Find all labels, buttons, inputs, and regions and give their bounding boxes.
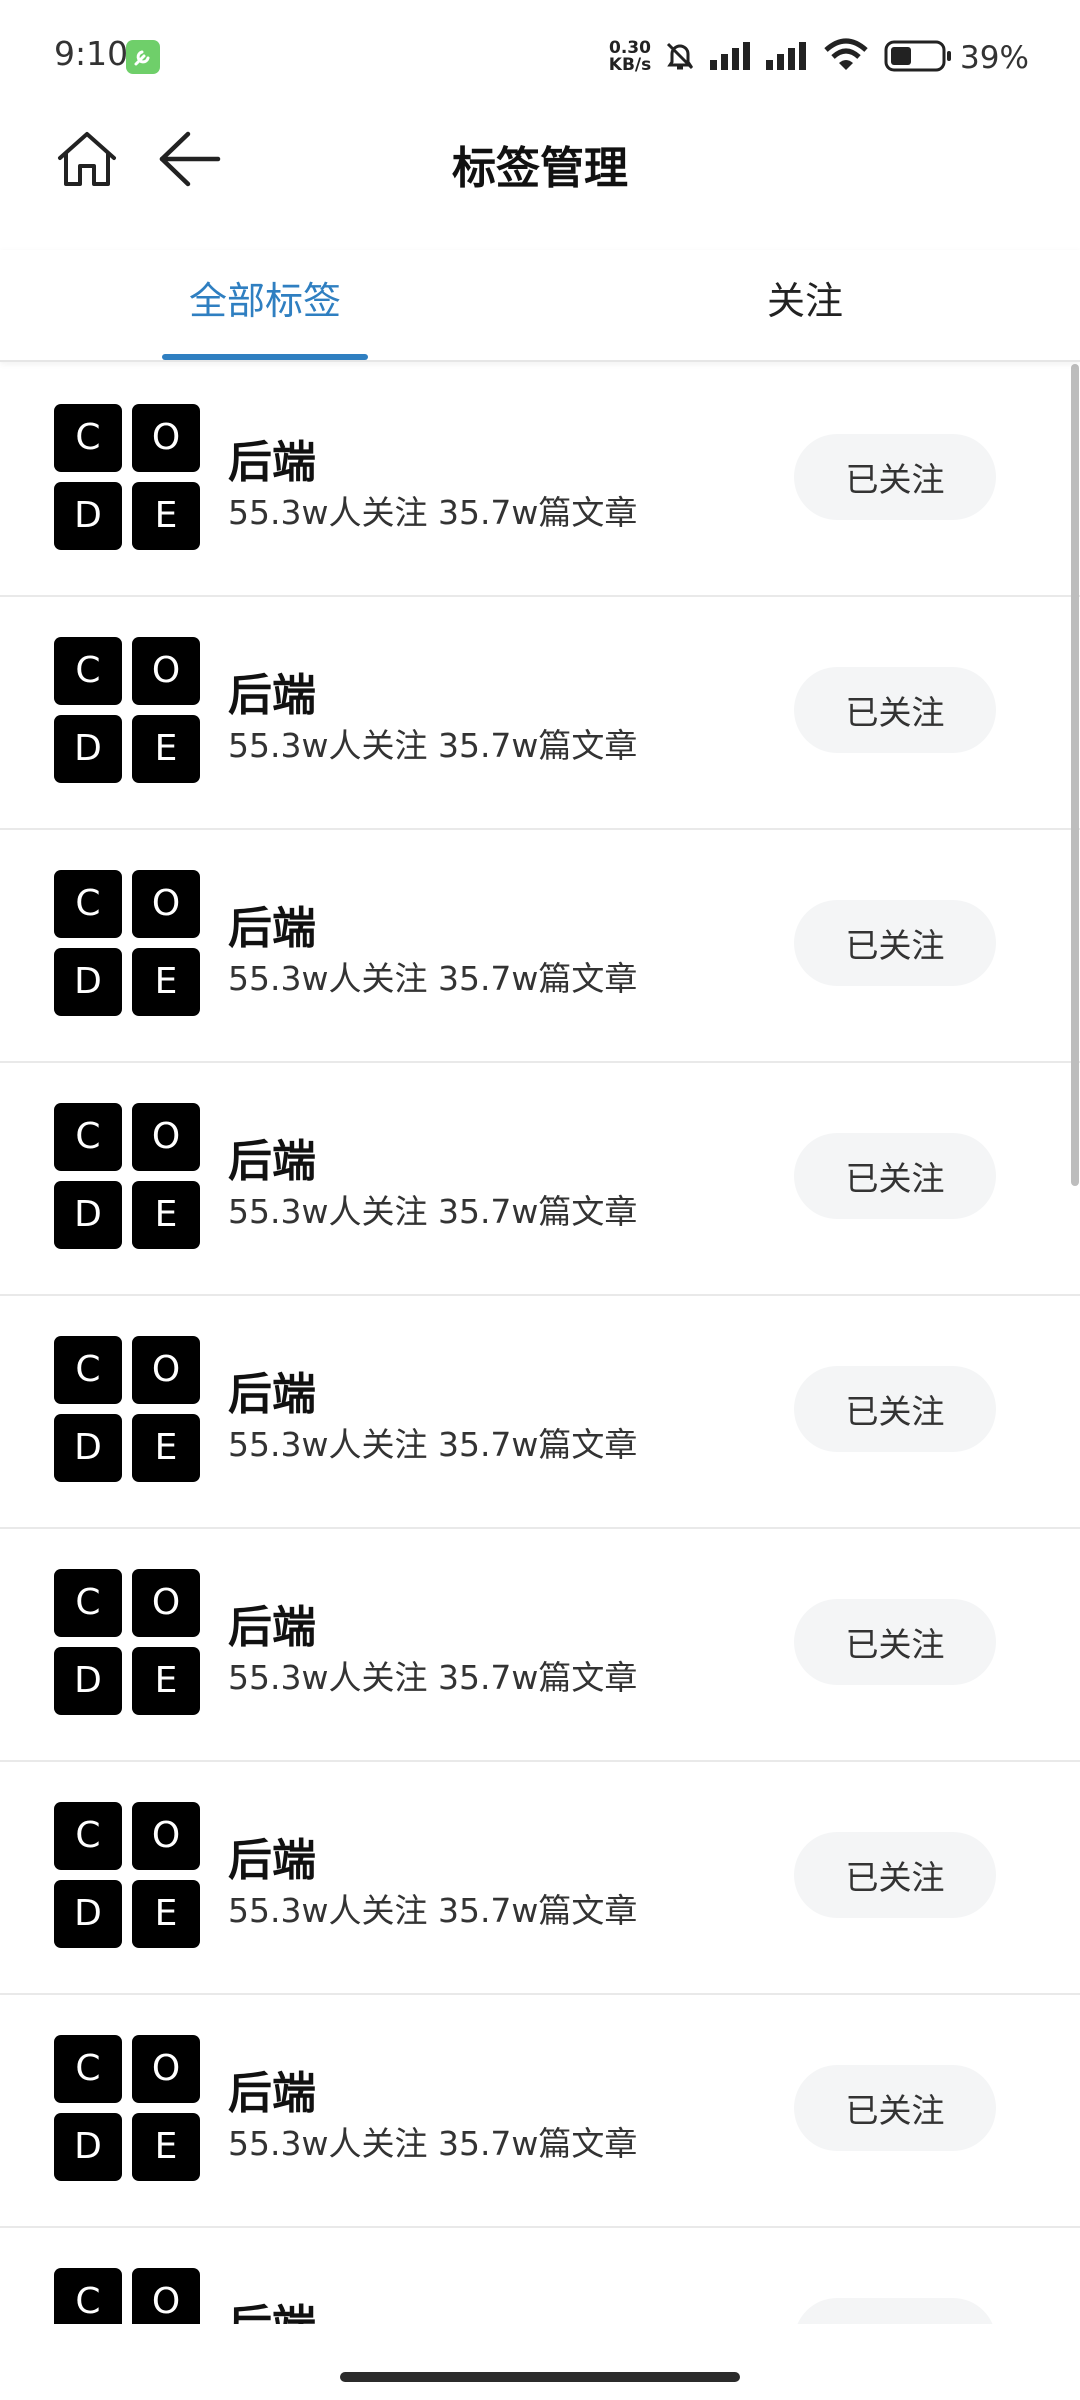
logo-letter: C xyxy=(54,1802,122,1870)
tag-list[interactable]: C O D E 后端 55.3w人关注 35.7w篇文章 已关注 C O D E 后端 55.3w人关注… xyxy=(0,364,1080,2324)
logo-letter: E xyxy=(132,1181,200,1249)
tab-all-tags[interactable]: 全部标签 xyxy=(160,270,370,325)
signal-icon xyxy=(766,42,806,70)
logo-letter: D xyxy=(54,482,122,550)
tag-name: 后端 xyxy=(228,2290,316,2324)
tag-row[interactable]: CODE后端55.3w人关注 35.7w篇文章已关注 xyxy=(0,2228,1080,2324)
tag-name: 后端 xyxy=(228,1369,316,1420)
logo-letter: C xyxy=(54,870,122,938)
active-tab-indicator xyxy=(162,354,368,360)
logo-letter: O xyxy=(132,1569,200,1637)
status-time: 9:10 xyxy=(54,34,129,73)
logo-letter: D xyxy=(54,1647,122,1715)
logo-letter: D xyxy=(54,1880,122,1948)
wifi-icon xyxy=(824,38,868,70)
battery-icon xyxy=(884,40,951,72)
tag-row[interactable]: CODE 后端 55.3w人关注 35.7w篇文章 已关注 xyxy=(0,830,1080,1063)
tag-stats: 55.3w人关注 35.7w篇文章 xyxy=(228,1425,638,1464)
signal-icon xyxy=(710,42,750,70)
logo-letter: C xyxy=(54,2268,122,2324)
logo-letter: E xyxy=(132,1880,200,1948)
tag-stats: 55.3w人关注 35.7w篇文章 xyxy=(228,726,638,765)
code-logo-icon: CODE xyxy=(54,2035,200,2181)
logo-letter: O xyxy=(132,404,200,472)
logo-letter: O xyxy=(132,637,200,705)
logo-letter: C xyxy=(54,2035,122,2103)
mute-bell-icon xyxy=(666,42,694,70)
tag-stats: 55.3w人关注 35.7w篇文章 xyxy=(228,493,638,532)
page-title: 标签管理 xyxy=(452,143,628,194)
followed-button[interactable]: 已关注 xyxy=(794,667,996,753)
battery-percent: 39% xyxy=(960,40,1029,76)
followed-button[interactable]: 已关注 xyxy=(794,900,996,986)
tag-stats: 55.3w人关注 35.7w篇文章 xyxy=(228,1192,638,1231)
tag-name: 后端 xyxy=(228,670,316,721)
tag-name: 后端 xyxy=(228,903,316,954)
app-badge-icon xyxy=(126,40,160,74)
tag-row[interactable]: CODE 后端 55.3w人关注 35.7w篇文章 已关注 xyxy=(0,1995,1080,2228)
network-speed: 0.30 KB/s xyxy=(604,40,656,74)
tag-row[interactable]: CODE 后端 55.3w人关注 35.7w篇文章 已关注 xyxy=(0,1063,1080,1296)
tag-stats: 55.3w人关注 35.7w篇文章 xyxy=(228,959,638,998)
code-logo-icon: CODE xyxy=(54,1336,200,1482)
logo-letter: O xyxy=(132,2268,200,2324)
followed-button[interactable]: 已关注 xyxy=(794,1832,996,1918)
logo-letter: E xyxy=(132,1647,200,1715)
logo-letter: O xyxy=(132,2035,200,2103)
tag-stats: 55.3w人关注 35.7w篇文章 xyxy=(228,2124,638,2163)
logo-letter: E xyxy=(132,948,200,1016)
followed-button[interactable]: 已关注 xyxy=(794,2298,996,2324)
logo-letter: O xyxy=(132,1802,200,1870)
logo-letter: D xyxy=(54,1181,122,1249)
tag-row[interactable]: CODE 后端 55.3w人关注 35.7w篇文章 已关注 xyxy=(0,1529,1080,1762)
tab-bar: 全部标签 关注 xyxy=(0,250,1080,362)
logo-letter: E xyxy=(132,2113,200,2181)
logo-letter: D xyxy=(54,948,122,1016)
tag-stats: 55.3w人关注 35.7w篇文章 xyxy=(228,1891,638,1930)
network-speed-unit: KB/s xyxy=(608,55,652,75)
logo-letter: C xyxy=(54,404,122,472)
code-logo-icon: CODE xyxy=(54,2268,200,2324)
logo-letter: O xyxy=(132,870,200,938)
tag-row[interactable]: CODE 后端 55.3w人关注 35.7w篇文章 已关注 xyxy=(0,1762,1080,1995)
tag-name: 后端 xyxy=(228,1136,316,1187)
logo-letter: C xyxy=(54,1103,122,1171)
code-logo-icon: CODE xyxy=(54,870,200,1016)
tab-following[interactable]: 关注 xyxy=(700,270,910,325)
status-bar: 9:10 0.30 KB/s 39% xyxy=(0,0,1080,112)
logo-letter: O xyxy=(132,1103,200,1171)
followed-button[interactable]: 已关注 xyxy=(794,2065,996,2151)
logo-letter: E xyxy=(132,482,200,550)
logo-letter: D xyxy=(54,2113,122,2181)
code-logo-icon: CODE xyxy=(54,637,200,783)
logo-letter: E xyxy=(132,715,200,783)
followed-button[interactable]: 已关注 xyxy=(794,1366,996,1452)
tag-name: 后端 xyxy=(228,1835,316,1886)
tag-name: 后端 xyxy=(228,437,316,488)
code-logo-icon: CODE xyxy=(54,1569,200,1715)
followed-button[interactable]: 已关注 xyxy=(794,1599,996,1685)
scrollbar[interactable] xyxy=(1071,364,1079,1186)
logo-letter: E xyxy=(132,1414,200,1482)
tag-name: 后端 xyxy=(228,1602,316,1653)
logo-letter: D xyxy=(54,715,122,783)
tag-row[interactable]: CODE 后端 55.3w人关注 35.7w篇文章 已关注 xyxy=(0,364,1080,597)
tag-stats: 55.3w人关注 35.7w篇文章 xyxy=(228,1658,638,1697)
logo-letter: O xyxy=(132,1336,200,1404)
followed-button[interactable]: 已关注 xyxy=(794,1133,996,1219)
tag-row[interactable]: CODE 后端 55.3w人关注 35.7w篇文章 已关注 xyxy=(0,1296,1080,1529)
logo-letter: C xyxy=(54,637,122,705)
logo-letter: C xyxy=(54,1569,122,1637)
tag-name: 后端 xyxy=(228,2068,316,2119)
logo-letter: D xyxy=(54,1414,122,1482)
home-indicator[interactable] xyxy=(340,2372,740,2382)
code-logo-icon: CODE xyxy=(54,1103,200,1249)
code-logo-icon: CODE xyxy=(54,1802,200,1948)
tag-row[interactable]: CODE 后端 55.3w人关注 35.7w篇文章 已关注 xyxy=(0,597,1080,830)
code-logo-icon: CODE xyxy=(54,404,200,550)
followed-button[interactable]: 已关注 xyxy=(794,434,996,520)
logo-letter: C xyxy=(54,1336,122,1404)
